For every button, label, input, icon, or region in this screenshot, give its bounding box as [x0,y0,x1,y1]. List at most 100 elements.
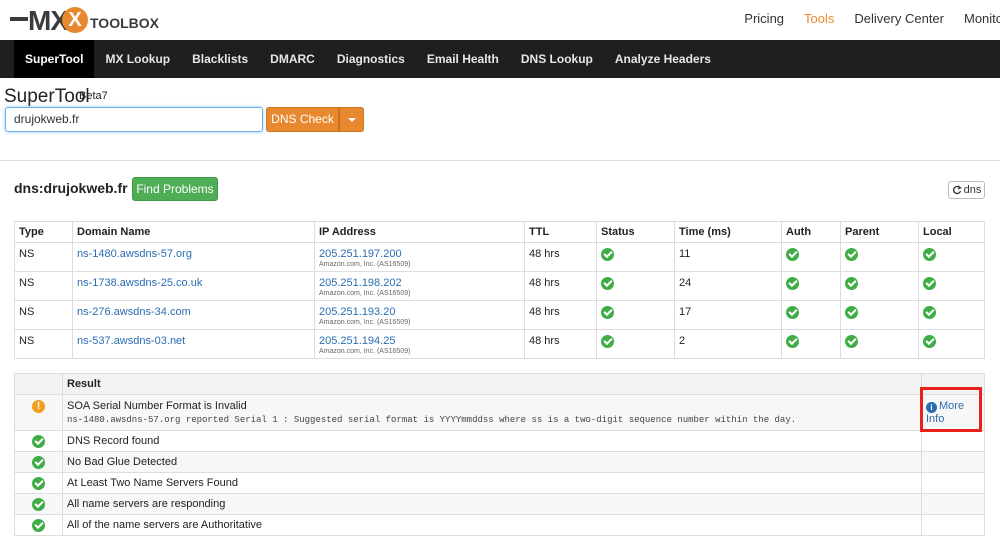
results-icon-col [14,373,63,395]
cell-type: NS [14,300,73,330]
refresh-icon [952,185,962,195]
cell-type: NS [14,329,73,359]
result-text: All name servers are responding [62,493,922,515]
parent-check-icon [845,277,858,290]
domain-link[interactable]: ns-537.awsdns-03.net [77,335,185,347]
info-icon: i [926,402,937,413]
pass-check-icon [32,476,45,490]
result-row: All of the name servers are Authoritativ… [14,514,985,536]
table-row: NS ns-537.awsdns-03.net 205.251.194.25 Am… [14,329,985,359]
auth-check-icon [786,306,799,319]
more-info-label-2: Info [926,413,945,425]
col-status[interactable]: Status [596,221,675,243]
table-row: NS ns-276.awsdns-34.com 205.251.193.20 Am… [14,300,985,330]
parent-check-icon [845,248,858,261]
local-check-icon [923,277,936,290]
divider [0,160,1000,161]
nav-dmarc[interactable]: DMARC [259,40,326,78]
refresh-label: dns [963,184,982,196]
local-check-icon [923,335,936,348]
auth-check-icon [786,277,799,290]
col-type[interactable]: Type [14,221,73,243]
col-ttl[interactable]: TTL [524,221,597,243]
cell-time: 11 [674,242,782,272]
status-check-icon [601,335,614,348]
col-domain-name[interactable]: Domain Name [72,221,315,243]
find-problems-button[interactable]: Find Problems [132,177,218,201]
col-time[interactable]: Time (ms) [674,221,782,243]
col-result: Result [62,373,922,395]
logo-toolbox-text: TOOLBOX [90,15,159,31]
cell-ttl: 48 hrs [524,329,597,359]
nav-supertool[interactable]: SuperTool [14,40,95,78]
pass-check-icon [32,497,45,511]
auth-check-icon [786,248,799,261]
logo-x-circle-icon: X [62,7,88,33]
result-title: dns:drujokweb.fr [14,180,128,196]
pass-check-icon [32,434,45,448]
ip-link[interactable]: 205.251.197.200 [319,248,402,260]
more-info-link[interactable]: i More Info [926,400,980,426]
pass-check-icon [32,518,45,532]
nav-email-health[interactable]: Email Health [416,40,510,78]
status-check-icon [601,277,614,290]
cell-type: NS [14,271,73,301]
results-table: Result ! SOA Serial Number Format is Inv… [14,373,985,536]
link-monitoring[interactable]: Monitoring [964,11,1000,26]
table-header-row: Type Domain Name IP Address TTL Status T… [14,221,985,243]
result-text: DNS Record found [62,430,922,452]
col-parent[interactable]: Parent [840,221,919,243]
asn-text: Amazon.com, Inc. (AS16509) [319,319,411,326]
result-row: DNS Record found [14,430,985,452]
warning-icon: ! [32,400,45,413]
link-tools[interactable]: Tools [804,11,834,26]
cell-type: NS [14,242,73,272]
cell-ttl: 48 hrs [524,300,597,330]
domain-link[interactable]: ns-1480.awsdns-57.org [77,248,192,260]
domain-link[interactable]: ns-276.awsdns-34.com [77,306,191,318]
more-info-label-1: More [939,400,965,412]
ip-link[interactable]: 205.251.194.25 [319,335,395,347]
nav-blacklists[interactable]: Blacklists [181,40,259,78]
mxtoolbox-logo[interactable]: MX X TOOLBOX [10,3,159,37]
main-nav: SuperTool MX Lookup Blacklists DMARC Dia… [0,40,1000,78]
dns-records-table: Type Domain Name IP Address TTL Status T… [14,221,985,359]
nav-diagnostics[interactable]: Diagnostics [326,40,416,78]
dns-check-button[interactable]: DNS Check [266,107,339,132]
domain-search-input[interactable]: drujokweb.fr [5,107,263,132]
top-header: MX X TOOLBOX Pricing Tools Delivery Cent… [0,0,1000,40]
refresh-dns-button[interactable]: dns [948,181,985,199]
plug-icon [10,17,28,21]
col-auth[interactable]: Auth [781,221,841,243]
result-text: No Bad Glue Detected [62,451,922,473]
parent-check-icon [845,335,858,348]
col-local[interactable]: Local [918,221,985,243]
parent-check-icon [845,306,858,319]
nav-analyze-headers[interactable]: Analyze Headers [604,40,722,78]
page-title: SuperTool [4,86,90,107]
status-check-icon [601,248,614,261]
col-ip-address[interactable]: IP Address [314,221,525,243]
ip-link[interactable]: 205.251.193.20 [319,306,395,318]
local-check-icon [923,306,936,319]
result-row: All name servers are responding [14,493,985,515]
dns-check-dropdown-button[interactable] [339,107,364,132]
ip-link[interactable]: 205.251.198.202 [319,277,402,289]
beta-badge: Beta7 [79,90,108,102]
cell-time: 17 [674,300,782,330]
asn-text: Amazon.com, Inc. (AS16509) [319,261,411,268]
link-pricing[interactable]: Pricing [744,11,784,26]
domain-link[interactable]: ns-1738.awsdns-25.co.uk [77,277,202,289]
cell-ttl: 48 hrs [524,271,597,301]
status-check-icon [601,306,614,319]
local-check-icon [923,248,936,261]
nav-dns-lookup[interactable]: DNS Lookup [510,40,604,78]
warning-detail: ns-1480.awsdns-57.org reported Serial 1 … [67,415,797,425]
table-row: NS ns-1738.awsdns-25.co.uk 205.251.198.2… [14,271,985,301]
result-row: At Least Two Name Servers Found [14,472,985,494]
result-text: At Least Two Name Servers Found [62,472,922,494]
nav-mx-lookup[interactable]: MX Lookup [94,40,181,78]
link-delivery-center[interactable]: Delivery Center [854,11,944,26]
results-more-col [921,373,985,395]
asn-text: Amazon.com, Inc. (AS16509) [319,290,411,297]
